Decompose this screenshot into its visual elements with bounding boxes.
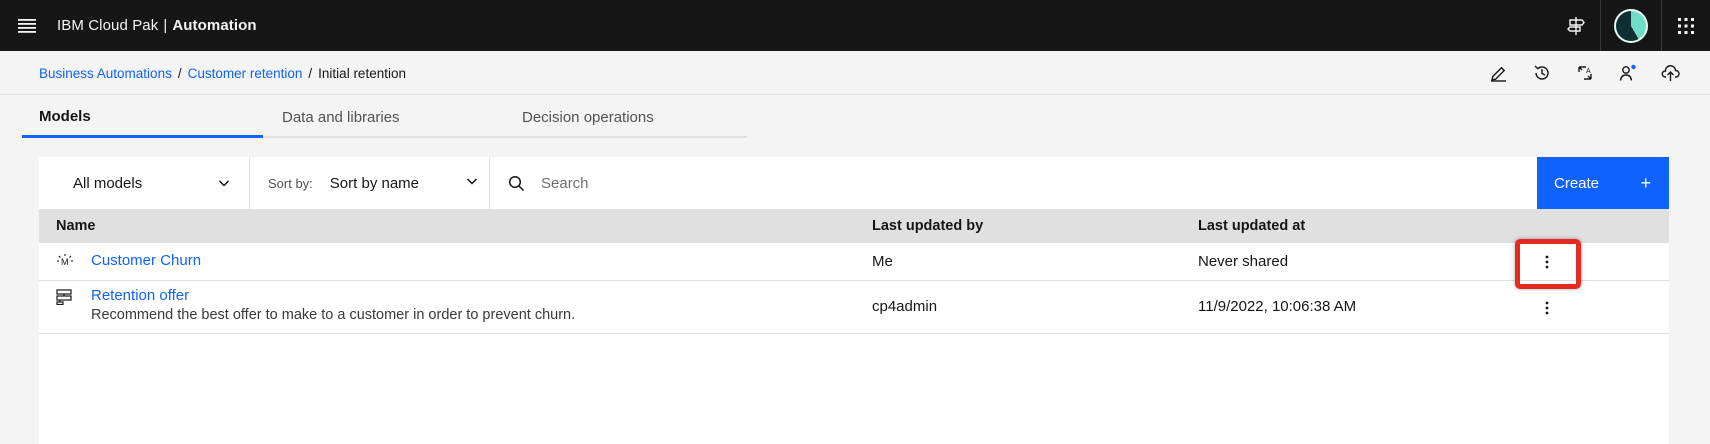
- breadcrumb-link-customer-retention[interactable]: Customer retention: [188, 66, 303, 81]
- decision-tree-icon: [56, 289, 72, 310]
- brand-separator: |: [163, 17, 168, 34]
- sort-value: Sort by name: [329, 174, 420, 192]
- table-row[interactable]: Retention offer Recommend the best offer…: [39, 281, 1669, 334]
- svg-text:A: A: [1586, 68, 1591, 75]
- overflow-menu-button[interactable]: [1531, 246, 1563, 278]
- create-label: Create: [1554, 174, 1600, 192]
- search-icon: [508, 175, 525, 191]
- overflow-menu-vertical-icon: [1545, 255, 1549, 269]
- app-switcher-button[interactable]: [1662, 0, 1710, 51]
- breadcrumb: Business Automations / Customer retentio…: [39, 51, 406, 95]
- guided-tour-button[interactable]: [1552, 0, 1600, 51]
- signpost-icon: [1567, 16, 1585, 35]
- brand-product: Automation: [172, 17, 257, 34]
- search-box: [490, 157, 1537, 209]
- product-name[interactable]: IBM Cloud Pak | Automation: [57, 0, 257, 51]
- share-button[interactable]: [1606, 55, 1649, 91]
- global-header: IBM Cloud Pak | Automation: [0, 0, 1710, 51]
- chevron-down-icon: [466, 178, 478, 185]
- last-updated-at: 11/9/2022, 10:06:38 AM: [1198, 298, 1357, 315]
- table-row[interactable]: M Customer Churn Me Never shared: [39, 243, 1669, 281]
- model-filter-dropdown[interactable]: All models: [39, 157, 250, 209]
- add-icon: +: [1640, 172, 1651, 193]
- model-description: Recommend the best offer to make to a cu…: [91, 307, 576, 323]
- breadcrumb-separator: /: [308, 65, 313, 81]
- sort-label: Sort by:: [268, 175, 313, 191]
- model-name-link[interactable]: Retention offer: [91, 287, 189, 304]
- compare-icon: A: [1577, 66, 1592, 80]
- breadcrumb-bar: Business Automations / Customer retentio…: [0, 51, 1710, 95]
- brand-prefix: IBM Cloud Pak: [57, 17, 159, 34]
- history-icon: [1534, 65, 1549, 80]
- table-toolbar: All models Sort by: Sort by name Create …: [39, 157, 1669, 209]
- column-header-last-updated-at[interactable]: Last updated at: [1198, 209, 1305, 243]
- edit-button[interactable]: [1477, 55, 1520, 91]
- last-updated-by: cp4admin: [872, 298, 938, 315]
- cloud-upload-icon: [1661, 65, 1680, 81]
- menu-icon: [17, 18, 36, 33]
- create-button[interactable]: Create +: [1537, 157, 1669, 209]
- avatar: [1614, 8, 1648, 43]
- overflow-menu-button[interactable]: [1531, 292, 1563, 324]
- sort-dropdown[interactable]: Sort by: Sort by name: [250, 157, 490, 209]
- models-table: Name Last updated by Last updated at M C…: [39, 209, 1669, 444]
- last-updated-by: Me: [872, 253, 893, 270]
- history-button[interactable]: [1520, 55, 1563, 91]
- tab-decision-operations[interactable]: Decision operations: [505, 98, 747, 138]
- tab-models[interactable]: Models: [22, 98, 263, 138]
- deploy-button[interactable]: [1649, 55, 1692, 91]
- chevron-down-icon: [218, 180, 230, 187]
- breadcrumb-separator: /: [177, 65, 182, 81]
- breadcrumb-current: Initial retention: [318, 65, 406, 81]
- tab-list: Models Data and libraries Decision opera…: [22, 98, 747, 138]
- table-header: Name Last updated by Last updated at: [39, 209, 1669, 243]
- edit-icon: [1491, 66, 1506, 82]
- user-share-icon: [1619, 64, 1636, 81]
- machine-learning-model-icon: M: [56, 253, 74, 274]
- menu-button[interactable]: [8, 7, 45, 44]
- breadcrumb-link-business-automations[interactable]: Business Automations: [39, 66, 172, 81]
- overflow-menu-vertical-icon: [1545, 301, 1549, 315]
- app-switcher-icon: [1678, 17, 1694, 34]
- model-name-link[interactable]: Customer Churn: [91, 252, 201, 269]
- column-header-last-updated-by[interactable]: Last updated by: [872, 209, 983, 243]
- last-updated-at: Never shared: [1198, 253, 1289, 270]
- tab-data-and-libraries[interactable]: Data and libraries: [263, 98, 505, 138]
- svg-text:M: M: [61, 257, 69, 267]
- user-profile-button[interactable]: [1601, 0, 1661, 51]
- filter-value: All models: [73, 174, 143, 192]
- compare-button[interactable]: A: [1563, 55, 1606, 91]
- column-header-name[interactable]: Name: [56, 209, 96, 243]
- search-input[interactable]: [541, 174, 1141, 192]
